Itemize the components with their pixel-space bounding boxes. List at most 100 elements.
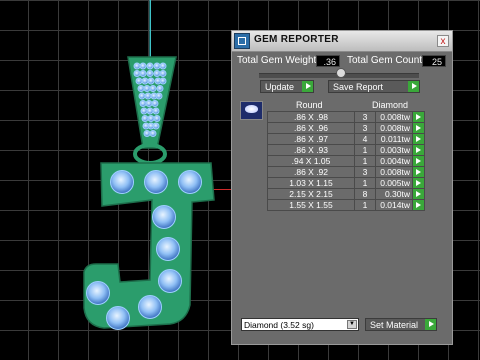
update-arrow-icon (302, 81, 313, 92)
gem-count-cell: 1 (354, 199, 376, 211)
total-count-label: Total Gem Count (347, 55, 423, 66)
bail-gem[interactable] (138, 92, 146, 100)
bail-gem[interactable] (152, 122, 160, 130)
letter-gem[interactable] (152, 205, 176, 229)
gem-size-cell: 1.03 X 1.15 (267, 177, 355, 189)
row-select-arrow-icon[interactable] (412, 111, 425, 123)
gem-count-cell: 1 (354, 144, 376, 156)
table-row[interactable]: .86 X .92 3 0.008tw (267, 166, 425, 178)
gem-size-cell: .86 X .97 (267, 133, 355, 145)
gem-count-cell: 1 (354, 177, 376, 189)
bail-gem[interactable] (144, 92, 152, 100)
gem-size-cell: .86 X .98 (267, 111, 355, 123)
bail-gem[interactable] (159, 62, 167, 70)
letter-gem[interactable] (86, 281, 110, 305)
gem-count-cell: 4 (354, 133, 376, 145)
bail-gem[interactable] (139, 100, 147, 107)
bail-gem[interactable] (143, 130, 151, 137)
table-row[interactable]: .94 X 1.05 1 0.004tw (267, 155, 425, 167)
letter-gem[interactable] (144, 170, 168, 194)
gem-size-cell: 2.15 X 2.15 (267, 188, 355, 200)
save-report-button[interactable]: Save Report (328, 80, 420, 93)
row-select-arrow-icon[interactable] (412, 122, 425, 134)
bail-gem[interactable] (153, 62, 161, 70)
row-select-arrow-icon[interactable] (412, 188, 425, 200)
bail-gem[interactable] (139, 62, 147, 70)
row-select-arrow-icon[interactable] (412, 144, 425, 156)
title-bar[interactable]: GEM REPORTER x (232, 31, 452, 52)
row-select-arrow-icon[interactable] (412, 177, 425, 189)
row-select-arrow-icon[interactable] (412, 133, 425, 145)
update-button[interactable]: Update (260, 80, 314, 93)
panel-slider-knob[interactable] (336, 68, 346, 78)
gem-count-cell: 3 (354, 111, 376, 123)
bail-gem[interactable] (146, 107, 154, 115)
bail-gem[interactable] (133, 70, 141, 77)
letter-gem[interactable] (138, 295, 162, 319)
dropdown-arrow-icon[interactable]: ▼ (347, 320, 357, 329)
update-button-label: Update (265, 82, 295, 92)
save-report-button-label: Save Report (333, 82, 384, 92)
table-row[interactable]: .86 X .93 1 0.003tw (267, 144, 425, 156)
bail-gem[interactable] (146, 70, 154, 77)
bail-gem[interactable] (159, 70, 167, 77)
letter-gem[interactable] (110, 170, 134, 194)
gem-weight-cell: 0.008tw (375, 122, 413, 134)
letter-gem[interactable] (156, 237, 180, 261)
bail-gem[interactable] (141, 77, 149, 85)
letter-gem[interactable] (178, 170, 202, 194)
bail-gem[interactable] (145, 100, 153, 107)
table-row[interactable]: .86 X .96 3 0.008tw (267, 122, 425, 134)
gem-weight-cell: 0.004tw (375, 155, 413, 167)
bail-gem[interactable] (147, 77, 155, 85)
gem-count-cell: 8 (354, 188, 376, 200)
bail-gem[interactable] (135, 77, 143, 85)
bail-gem[interactable] (151, 100, 159, 107)
save-report-arrow-icon (408, 81, 419, 92)
bail-gem[interactable] (156, 85, 164, 92)
bail-gem[interactable] (139, 70, 147, 77)
bail-gem[interactable] (153, 70, 161, 77)
gem-reporter-app-icon (234, 33, 250, 49)
gem-weight-cell: 0.014tw (375, 199, 413, 211)
gem-count-cell: 3 (354, 166, 376, 178)
table-row[interactable]: .86 X .97 4 0.011tw (267, 133, 425, 145)
bail-gem[interactable] (155, 92, 163, 100)
letter-gem[interactable] (106, 306, 130, 330)
row-select-arrow-icon[interactable] (412, 199, 425, 211)
gem-weight-cell: 0.30tw (375, 188, 413, 200)
table-row[interactable]: 1.55 X 1.55 1 0.014tw (267, 199, 425, 211)
bail-gem[interactable] (147, 115, 155, 122)
bail-gem[interactable] (159, 77, 167, 85)
set-material-button-label: Set Material (370, 320, 419, 330)
set-material-arrow-icon (425, 319, 436, 330)
gem-size-cell: 1.55 X 1.55 (267, 199, 355, 211)
total-weight-field[interactable]: .36 (316, 55, 340, 67)
bail-gem[interactable] (153, 115, 161, 122)
total-count-field[interactable]: 25 (422, 55, 446, 67)
bail-gem[interactable] (149, 85, 157, 92)
set-material-button[interactable]: Set Material (365, 318, 437, 331)
letter-gem[interactable] (158, 269, 182, 293)
table-row[interactable]: 2.15 X 2.15 8 0.30tw (267, 188, 425, 200)
bail-gem[interactable] (141, 115, 149, 122)
gem-weight-cell: 0.011tw (375, 133, 413, 145)
table-row[interactable]: .86 X .98 3 0.008tw (267, 111, 425, 123)
gem-weight-cell: 0.008tw (375, 166, 413, 178)
bail-gem[interactable] (143, 85, 151, 92)
gem-table: .86 X .98 3 0.008tw .86 X .96 3 0.008tw .86 X … (267, 111, 425, 211)
bail-gem[interactable] (146, 62, 154, 70)
round-diamond-thumbnail-icon[interactable] (240, 101, 263, 120)
bail-gem[interactable] (140, 107, 148, 115)
material-dropdown[interactable]: Diamond (3.52 sg) ▼ (241, 318, 359, 331)
bail-gem[interactable] (149, 130, 157, 137)
bail-gem[interactable] (133, 62, 141, 70)
bail-gem[interactable] (137, 85, 145, 92)
gem-size-cell: .94 X 1.05 (267, 155, 355, 167)
table-row[interactable]: 1.03 X 1.15 1 0.005tw (267, 177, 425, 189)
gem-weight-cell: 0.008tw (375, 111, 413, 123)
row-select-arrow-icon[interactable] (412, 166, 425, 178)
row-select-arrow-icon[interactable] (412, 155, 425, 167)
close-button[interactable]: x (437, 35, 449, 47)
bail-gem[interactable] (152, 107, 160, 115)
